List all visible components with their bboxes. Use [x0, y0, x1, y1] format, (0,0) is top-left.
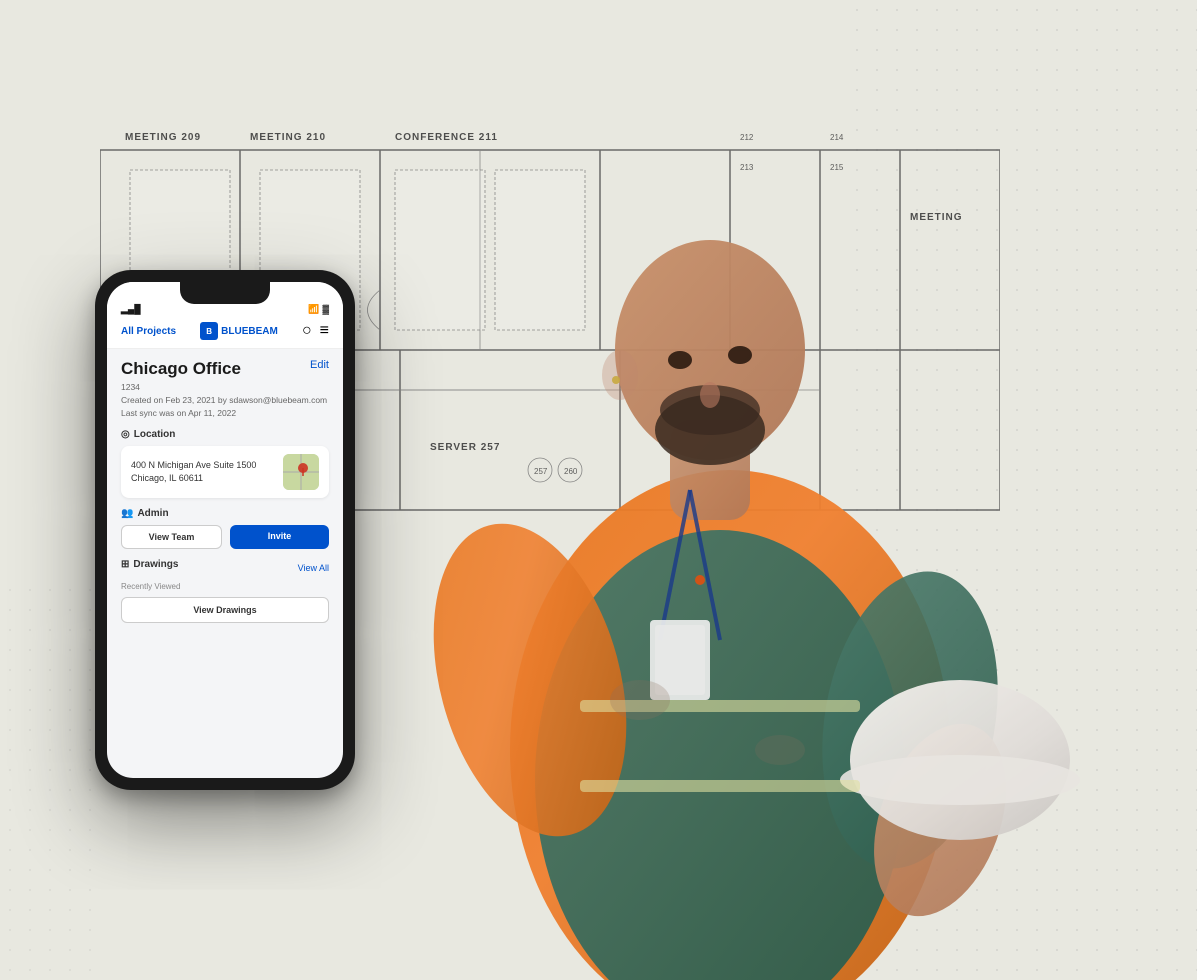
phone-nav: All Projects B BLUEBEAM ○ ≡: [107, 318, 343, 349]
project-last-sync: Last sync was on Apr 11, 2022: [121, 407, 329, 420]
drawings-section: ⊞ Drawings View All Recently Viewed View…: [121, 559, 329, 623]
phone-notch: [180, 282, 270, 304]
admin-section-label: 👥 Admin: [121, 508, 329, 519]
project-meta: 1234 Created on Feb 23, 2021 by sdawson@…: [121, 381, 329, 419]
recently-viewed-label: Recently Viewed: [121, 582, 329, 591]
bluebeam-logo: B BLUEBEAM: [200, 322, 278, 340]
admin-section: 👥 Admin View Team Invite: [121, 508, 329, 549]
drawings-icon: ⊞: [121, 559, 129, 570]
address-line1: 400 N Michigan Ave Suite 1500: [131, 459, 256, 473]
address-line2: Chicago, IL 60611: [131, 472, 256, 486]
location-section-label: ◎ Location: [121, 429, 329, 440]
phone-screen: ▂▄█ 📶 ▓ All Projects B BLUEBEAM ○ ≡: [107, 282, 343, 778]
svg-text:214: 214: [830, 133, 844, 142]
svg-text:213: 213: [740, 163, 754, 172]
status-icons: 📶 ▓: [308, 304, 329, 315]
all-projects-link[interactable]: All Projects: [121, 326, 176, 337]
dot-pattern-left: [0, 580, 100, 980]
svg-text:260: 260: [564, 467, 578, 476]
location-address: 400 N Michigan Ave Suite 1500 Chicago, I…: [131, 459, 256, 486]
project-title: Chicago Office: [121, 359, 241, 379]
drawings-label-text: Drawings: [133, 559, 178, 570]
svg-text:SERVER 257: SERVER 257: [430, 442, 500, 453]
project-title-row: Chicago Office Edit: [121, 359, 329, 379]
edit-link[interactable]: Edit: [310, 359, 329, 371]
admin-buttons: View Team Invite: [121, 525, 329, 549]
invite-button[interactable]: Invite: [230, 525, 329, 549]
location-icon: ◎: [121, 429, 130, 440]
phone-mockup: ▂▄█ 📶 ▓ All Projects B BLUEBEAM ○ ≡: [95, 270, 355, 790]
svg-text:MEETING: MEETING: [910, 212, 963, 223]
svg-text:MEETING 209: MEETING 209: [125, 132, 201, 143]
view-all-link[interactable]: View All: [298, 563, 329, 573]
phone-content: Chicago Office Edit 1234 Created on Feb …: [107, 349, 343, 641]
wifi-icon: 📶: [308, 304, 319, 315]
nav-icons: ○ ≡: [302, 322, 329, 340]
location-card: 400 N Michigan Ave Suite 1500 Chicago, I…: [121, 446, 329, 498]
admin-label-text: Admin: [137, 508, 168, 519]
location-label-text: Location: [134, 429, 176, 440]
svg-text:215: 215: [830, 163, 844, 172]
menu-icon[interactable]: ≡: [320, 322, 329, 340]
view-drawings-button[interactable]: View Drawings: [121, 597, 329, 623]
bluebeam-logo-icon: B: [200, 322, 218, 340]
project-created-on: Created on Feb 23, 2021 by sdawson@blueb…: [121, 394, 329, 407]
svg-text:212: 212: [740, 133, 754, 142]
battery-icon: ▓: [322, 304, 329, 314]
svg-text:257: 257: [534, 467, 548, 476]
phone-frame: ▂▄█ 📶 ▓ All Projects B BLUEBEAM ○ ≡: [95, 270, 355, 790]
user-icon[interactable]: ○: [302, 322, 312, 340]
map-thumbnail[interactable]: [283, 454, 319, 490]
signal-indicator: ▂▄█: [121, 304, 141, 315]
svg-text:MEETING 210: MEETING 210: [250, 132, 326, 143]
view-team-button[interactable]: View Team: [121, 525, 222, 549]
project-id: 1234: [121, 381, 329, 394]
admin-icon: 👥: [121, 508, 133, 519]
bluebeam-logo-text: BLUEBEAM: [221, 326, 278, 337]
drawings-header-row: ⊞ Drawings View All: [121, 559, 329, 576]
drawings-section-label: ⊞ Drawings: [121, 559, 178, 570]
svg-text:CONFERENCE 211: CONFERENCE 211: [395, 132, 498, 143]
